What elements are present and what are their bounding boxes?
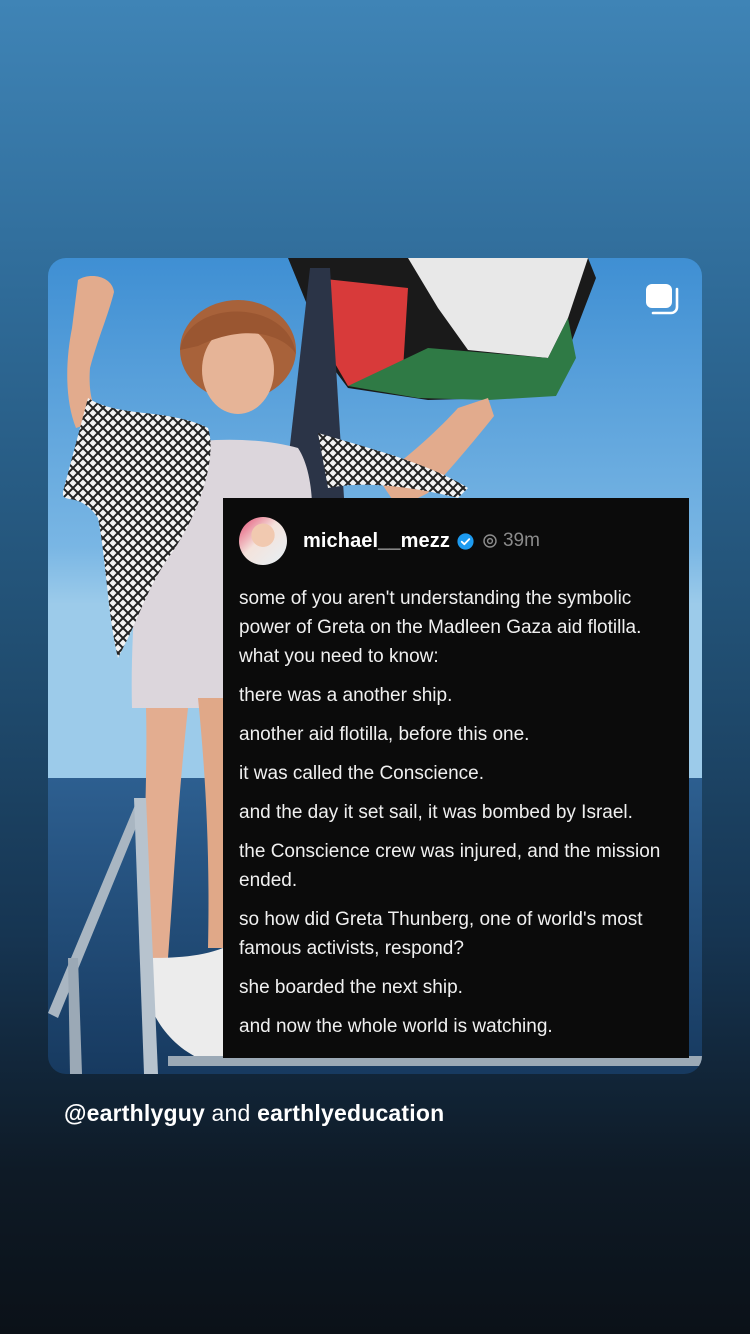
post-paragraph: so how did Greta Thunberg, one of world'…: [239, 909, 643, 959]
post-paragraph: there was a another ship.: [239, 685, 453, 706]
post-paragraph: and now the whole world is watching.: [239, 1016, 553, 1037]
post-timestamp: 39m: [502, 530, 540, 551]
post-paragraph: she boarded the next ship.: [239, 977, 463, 998]
story-card[interactable]: michael__mezz 39m some of you aren't und…: [48, 258, 702, 1074]
threads-post-card[interactable]: michael__mezz 39m some of you aren't und…: [223, 498, 689, 1058]
post-body: some of you aren't understanding the sym…: [239, 584, 675, 1051]
post-username[interactable]: michael__mezz: [303, 530, 450, 553]
threads-icon: [483, 534, 497, 548]
avatar[interactable]: [239, 517, 287, 565]
mention-link[interactable]: @earthlyguy: [64, 1100, 205, 1126]
post-paragraph: and the day it set sail, it was bombed b…: [239, 802, 633, 823]
carousel-icon[interactable]: [644, 282, 680, 316]
post-paragraph: the Conscience crew was injured, and the…: [239, 841, 661, 891]
account-link[interactable]: earthlyeducation: [257, 1100, 444, 1126]
post-paragraph: some of you aren't understanding the sym…: [239, 588, 642, 667]
post-paragraph: it was called the Conscience.: [239, 763, 485, 784]
post-paragraph: another aid flotilla, before this one.: [239, 724, 530, 745]
verified-badge-icon: [457, 532, 474, 550]
story-caption: @earthlyguy and earthlyeducation: [64, 1100, 444, 1127]
post-header: michael__mezz 39m: [239, 516, 540, 566]
caption-connector: and: [211, 1100, 251, 1126]
